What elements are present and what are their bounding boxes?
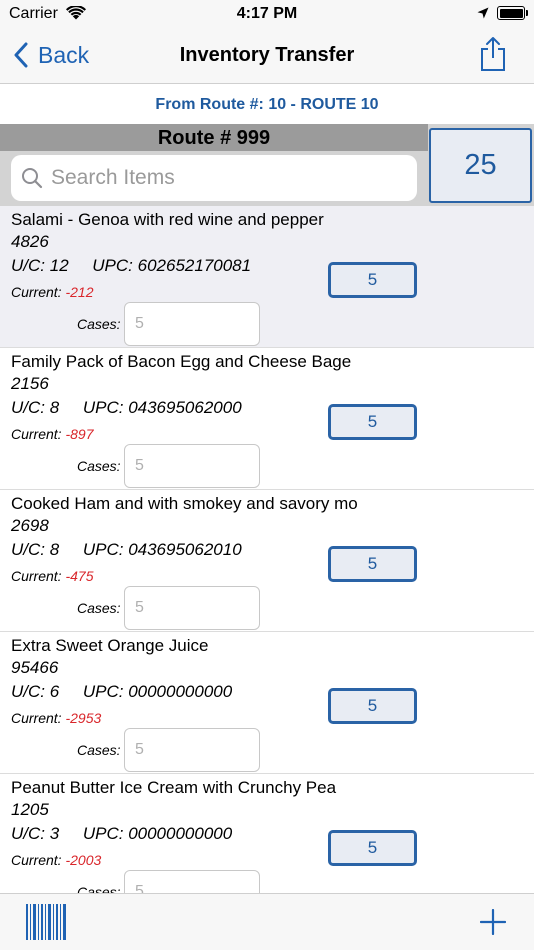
status-time: 4:17 PM: [236, 5, 298, 22]
uc-value: 6: [49, 682, 60, 701]
cases-input[interactable]: [124, 444, 260, 488]
uc-label: U/C:: [11, 256, 45, 275]
bottom-toolbar: [0, 893, 534, 950]
current-label: Current:: [11, 284, 62, 300]
quantity-button[interactable]: 5: [328, 830, 417, 866]
item-current: Current: -475: [11, 568, 94, 584]
cases-input[interactable]: [124, 586, 260, 630]
item-name: Peanut Butter Ice Cream with Crunchy Pea: [11, 778, 337, 797]
item-name: Cooked Ham and with smokey and savory mo: [11, 494, 358, 513]
list-item[interactable]: Cooked Ham and with smokey and savory mo…: [0, 490, 534, 632]
current-value: -2953: [65, 710, 102, 726]
quantity-button[interactable]: 5: [328, 404, 417, 440]
cases-label: Cases:: [77, 884, 121, 893]
item-name: Salami - Genoa with red wine and pepper: [11, 210, 324, 229]
current-label: Current:: [11, 710, 62, 726]
list-item[interactable]: Family Pack of Bacon Egg and Cheese Bage…: [0, 348, 534, 490]
current-value: -475: [65, 568, 94, 584]
battery-icon: [497, 6, 525, 20]
uc-value: 12: [49, 256, 69, 275]
from-route-label: From Route #: 10 - ROUTE 10: [0, 84, 534, 124]
current-value: -2003: [65, 852, 102, 868]
item-uc-upc: U/C: 8 UPC: 043695062000: [11, 398, 242, 418]
item-current: Current: -2953: [11, 710, 101, 726]
cases-label: Cases:: [77, 600, 121, 616]
upc-label: UPC:: [82, 398, 124, 417]
cases-label: Cases:: [77, 316, 121, 332]
item-uc-upc: U/C: 3 UPC: 00000000000: [11, 824, 232, 844]
search-icon: [22, 168, 43, 189]
search-input[interactable]: [51, 166, 391, 190]
uc-value: 3: [49, 824, 60, 843]
cases-label: Cases:: [77, 742, 121, 758]
uc-label: U/C:: [11, 540, 45, 559]
cases-label: Cases:: [77, 458, 121, 474]
quantity-button[interactable]: 5: [328, 546, 417, 582]
upc-label: UPC:: [82, 540, 124, 559]
current-label: Current:: [11, 426, 62, 442]
route-strip: Route # 999: [0, 124, 428, 151]
upc-label: UPC:: [82, 824, 124, 843]
plus-icon[interactable]: [480, 909, 506, 935]
status-bar: Carrier 4:17 PM: [0, 0, 534, 28]
list-item[interactable]: Peanut Butter Ice Cream with Crunchy Pea…: [0, 774, 534, 893]
route-header: Route # 999 25: [0, 124, 534, 206]
item-current: Current: -897: [11, 426, 94, 442]
upc-value: 00000000000: [128, 682, 233, 701]
item-uc-upc: U/C: 12 UPC: 602652170081: [11, 256, 251, 276]
list-item[interactable]: Extra Sweet Orange Juice 95466 U/C: 6 UP…: [0, 632, 534, 774]
item-uc-upc: U/C: 8 UPC: 043695062010: [11, 540, 242, 560]
uc-label: U/C:: [11, 824, 45, 843]
upc-value: 602652170081: [137, 256, 252, 275]
item-name: Extra Sweet Orange Juice: [11, 636, 209, 655]
upc-value: 043695062000: [128, 398, 242, 417]
item-number: 95466: [11, 658, 59, 677]
cases-input[interactable]: [124, 728, 260, 772]
share-icon[interactable]: [479, 36, 507, 72]
quantity-button[interactable]: 5: [328, 688, 417, 724]
item-number: 4826: [11, 232, 49, 251]
upc-label: UPC:: [92, 256, 133, 275]
current-label: Current:: [11, 852, 62, 868]
item-number: 2698: [11, 516, 49, 535]
route-title: Route # 999: [157, 127, 271, 149]
route-count-button[interactable]: 25: [429, 128, 532, 203]
uc-value: 8: [49, 398, 60, 417]
current-value: -212: [65, 284, 94, 300]
current-value: -897: [65, 426, 94, 442]
upc-value: 043695062010: [128, 540, 242, 559]
quantity-button[interactable]: 5: [328, 262, 417, 298]
cases-input[interactable]: [124, 870, 260, 893]
upc-label: UPC:: [82, 682, 124, 701]
item-number: 1205: [11, 800, 49, 819]
barcode-icon[interactable]: [25, 904, 69, 940]
item-list[interactable]: Salami - Genoa with red wine and pepper …: [0, 206, 534, 893]
location-arrow-icon: [477, 7, 489, 19]
battery-tip: [526, 10, 528, 16]
uc-label: U/C:: [11, 682, 45, 701]
current-label: Current:: [11, 568, 62, 584]
item-uc-upc: U/C: 6 UPC: 00000000000: [11, 682, 232, 702]
item-name: Family Pack of Bacon Egg and Cheese Bage: [11, 352, 352, 371]
item-current: Current: -2003: [11, 852, 101, 868]
page-title: Inventory Transfer: [179, 44, 355, 66]
cases-input[interactable]: [124, 302, 260, 346]
uc-value: 8: [49, 540, 60, 559]
nav-bar: Back Inventory Transfer: [0, 28, 534, 84]
list-item[interactable]: Salami - Genoa with red wine and pepper …: [0, 206, 534, 348]
uc-label: U/C:: [11, 398, 45, 417]
item-current: Current: -212: [11, 284, 94, 300]
item-number: 2156: [11, 374, 49, 393]
upc-value: 00000000000: [128, 824, 233, 843]
search-bar[interactable]: [11, 155, 417, 201]
